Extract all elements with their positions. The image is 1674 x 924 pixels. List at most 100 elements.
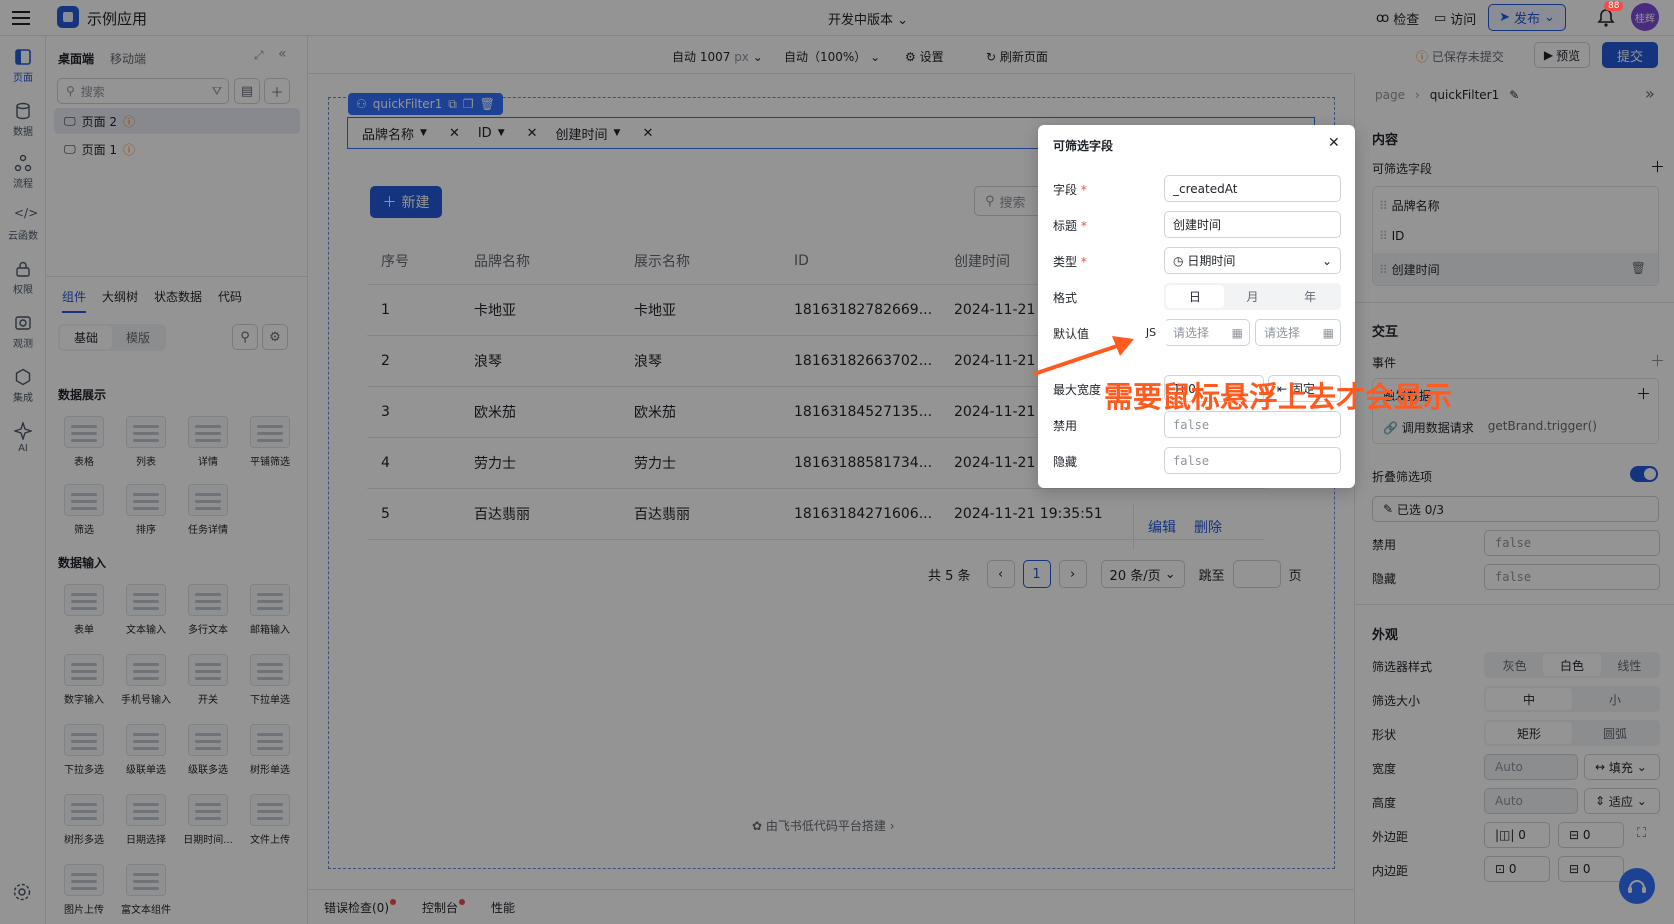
type-select[interactable]: ◷ 日期时间 ⌄ (1164, 247, 1341, 274)
component-item[interactable]: 下拉单选 (242, 654, 298, 706)
field-input[interactable]: _createdAt (1164, 175, 1341, 202)
width-selector[interactable]: 自动 1007 px ⌄ (672, 48, 763, 65)
component-item[interactable]: 详情 (180, 416, 236, 468)
gear-icon[interactable]: ⚙ (262, 324, 288, 350)
tab-code[interactable]: 代码 (218, 288, 242, 313)
component-item[interactable]: 任务详情 (180, 484, 236, 536)
filter-chip-created[interactable]: 创建时间 ▼ ✕ (556, 124, 654, 143)
component-item[interactable]: 手机号输入 (118, 654, 174, 706)
jump-page-input[interactable] (1232, 560, 1281, 588)
rail-item-permission[interactable]: 权限 (0, 260, 46, 296)
collapse-right-icon[interactable]: » (1645, 84, 1655, 103)
component-item[interactable]: 平铺筛选 (242, 416, 298, 468)
width-input[interactable]: Auto (1484, 754, 1578, 780)
component-item[interactable]: 邮箱输入 (242, 584, 298, 636)
component-item[interactable]: 列表 (118, 416, 174, 468)
component-item[interactable]: 树形多选 (56, 794, 112, 846)
tab-outline[interactable]: 大纲树 (102, 288, 138, 313)
page-search-input[interactable]: ⚲ 搜索 ⛛ (57, 78, 229, 104)
preview-button[interactable]: ▶ 预览 (1534, 42, 1590, 68)
seg-template[interactable]: 模版 (112, 326, 164, 349)
error-check-tab[interactable]: 错误检查(0) (324, 898, 396, 916)
breadcrumb-item[interactable]: page (1375, 88, 1405, 102)
filter-icon[interactable]: ⛛ (212, 84, 222, 99)
rail-item-ai[interactable]: AI (0, 422, 46, 454)
publish-button[interactable]: ➤ 发布 ⌄ (1488, 4, 1566, 31)
hidden-input[interactable]: false (1484, 564, 1660, 590)
component-item[interactable]: 日期选择 (118, 794, 174, 846)
component-item[interactable]: 筛选 (56, 484, 112, 536)
help-fab-icon[interactable] (1619, 868, 1655, 904)
close-icon[interactable]: ✕ (449, 126, 460, 141)
component-item[interactable]: 级联单选 (118, 724, 174, 776)
padding-vertical-input[interactable]: ⊟ 0 (1558, 856, 1624, 882)
link-corners-icon[interactable]: ⛶ (1637, 826, 1646, 841)
zoom-selector[interactable]: 自动（100%） ⌄ (784, 48, 880, 65)
style-option-white[interactable]: 白色 (1543, 654, 1601, 676)
close-icon[interactable]: ✕ (527, 126, 538, 141)
size-option-small[interactable]: 小 (1572, 688, 1658, 710)
page-number-button[interactable]: 1 (1022, 560, 1051, 588)
component-item[interactable]: 数字输入 (56, 654, 112, 706)
delete-link[interactable]: 删除 (1194, 517, 1222, 537)
drag-handle-icon[interactable]: ⠿ (1379, 199, 1388, 213)
powered-by-footer[interactable]: ✿ 由飞书低代码平台搭建 › (752, 817, 895, 834)
trash-icon[interactable]: 🗑 (480, 97, 495, 111)
settings-gear-icon[interactable] (12, 882, 32, 902)
component-item[interactable]: 开关 (180, 654, 236, 706)
default-start-picker[interactable]: 请选择 ▦ (1164, 319, 1250, 346)
component-item[interactable]: 级联多选 (180, 724, 236, 776)
layout-icon[interactable]: ▤ (234, 78, 260, 104)
expand-icon[interactable]: ⤢ (254, 48, 264, 63)
default-end-picker[interactable]: 请选择 ▦ (1255, 319, 1341, 346)
duplicate-icon[interactable]: ❐ (463, 97, 474, 111)
margin-vertical-input[interactable]: ⊟ 0 (1558, 822, 1624, 848)
rail-item-cloud-function[interactable]: </> 云函数 (0, 206, 46, 242)
component-item[interactable]: 表单 (56, 584, 112, 636)
visit-button[interactable]: ▭ 访问 (1434, 9, 1476, 28)
field-item-brand[interactable]: ⠿ 品牌名称 (1379, 197, 1440, 214)
add-event-icon[interactable]: ＋ (1650, 350, 1665, 371)
performance-tab[interactable]: 性能 (491, 899, 515, 916)
component-item[interactable]: 下拉多选 (56, 724, 112, 776)
padding-horizontal-input[interactable]: ⊡ 0 (1484, 856, 1550, 882)
height-mode-select[interactable]: ⇕ 适应 ⌄ (1584, 788, 1660, 814)
component-item[interactable]: 文件上传 (242, 794, 298, 846)
field-item-created[interactable]: ⠿ 创建时间 🗑 (1373, 253, 1658, 285)
component-item[interactable]: 排序 (118, 484, 174, 536)
close-icon[interactable]: ✕ (1328, 135, 1340, 151)
rail-item-flow[interactable]: 流程 (0, 154, 46, 190)
js-toggle-button[interactable]: JS (1136, 319, 1166, 346)
size-option-medium[interactable]: 中 (1486, 688, 1572, 710)
drag-handle-icon[interactable]: ⠿ (1379, 229, 1388, 243)
seg-basic[interactable]: 基础 (60, 326, 113, 349)
prev-page-button[interactable]: ‹ (986, 560, 1015, 588)
component-item[interactable]: 多行文本 (180, 584, 236, 636)
height-input[interactable]: Auto (1484, 788, 1578, 814)
hidden-input[interactable]: false (1164, 447, 1341, 474)
disabled-input[interactable]: false (1484, 530, 1660, 556)
title-input[interactable]: 创建时间 (1164, 211, 1341, 238)
filter-chip-brand[interactable]: 品牌名称 ▼ ✕ (362, 124, 460, 143)
page-size-select[interactable]: 20 条/页 ⌄ (1100, 560, 1185, 588)
rail-item-data[interactable]: 数据 (0, 102, 46, 138)
event-action[interactable]: 🔗 调用数据请求 getBrand.trigger() (1383, 419, 1597, 436)
rail-item-integration[interactable]: 集成 (0, 368, 46, 404)
selected-fields-button[interactable]: ✎ 已选 0/3 (1372, 496, 1659, 522)
filter-chip-id[interactable]: ID ▼ ✕ (478, 126, 538, 141)
add-action-icon[interactable]: ＋ (1636, 383, 1651, 404)
drag-handle-icon[interactable]: ⠿ (1379, 263, 1388, 277)
format-option-year[interactable]: 年 (1281, 285, 1339, 308)
component-item[interactable]: 富文本组件 (118, 864, 174, 916)
page-item-1[interactable]: 🖵 页面 1 ⓘ (54, 136, 300, 162)
tab-components[interactable]: 组件 (62, 288, 87, 313)
version-selector[interactable]: 开发中版本 ⌄ (828, 9, 908, 28)
component-item[interactable]: 文本输入 (118, 584, 174, 636)
add-field-icon[interactable]: ＋ (1650, 156, 1665, 177)
search-icon[interactable]: ⚲ (232, 324, 258, 350)
refresh-button[interactable]: ↻ 刷新页面 (986, 48, 1048, 65)
bell-icon[interactable] (1597, 8, 1615, 28)
collapse-toggle[interactable] (1630, 466, 1658, 482)
tab-mobile[interactable]: 移动端 (110, 50, 146, 67)
width-mode-select[interactable]: ↔ 填充 ⌄ (1584, 754, 1660, 780)
